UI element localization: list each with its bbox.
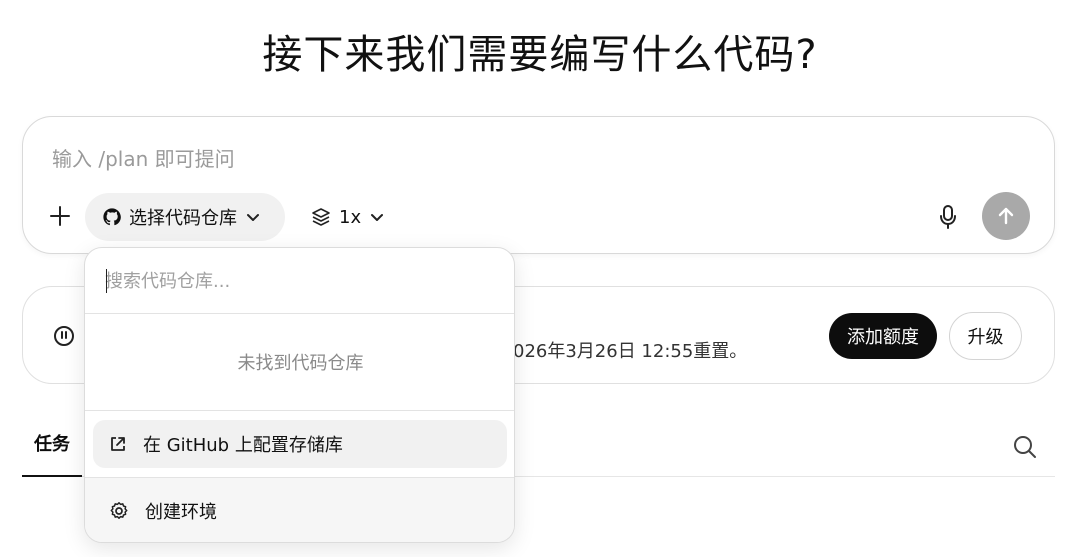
github-icon [103, 208, 121, 226]
configure-github-repo-item[interactable]: 在 GitHub 上配置存储库 [93, 420, 507, 468]
text-caret [106, 269, 107, 293]
tab-tasks[interactable]: 任务 [22, 420, 82, 477]
search-button[interactable] [1012, 434, 1038, 460]
empty-state-text: 未找到代码仓库 [85, 314, 514, 411]
arrow-up-icon [998, 207, 1014, 225]
create-environment-item[interactable]: 创建环境 [85, 478, 514, 542]
microphone-icon [940, 205, 956, 229]
upgrade-button[interactable]: 升级 [949, 312, 1022, 360]
tab-tasks-label: 任务 [34, 433, 70, 455]
send-button[interactable] [982, 192, 1030, 240]
quota-reset-text: 026年3月26日 12:55重置。 [513, 341, 748, 362]
plus-icon [50, 206, 70, 226]
chevron-down-icon [371, 214, 384, 221]
usage-meter-icon [54, 326, 74, 346]
repo-dropdown: 未找到代码仓库 在 GitHub 上配置存储库 创建环境 [84, 247, 515, 543]
page-title: 接下来我们需要编写什么代码? [262, 32, 818, 78]
voice-input-button[interactable] [935, 203, 961, 231]
create-environment-label: 创建环境 [145, 502, 217, 523]
layers-icon [312, 208, 330, 226]
select-repo-button[interactable]: 选择代码仓库 [85, 193, 285, 241]
repo-search-input[interactable] [105, 266, 485, 296]
repo-search-area [85, 248, 514, 314]
add-attachment-button[interactable] [47, 203, 73, 229]
parallel-count-button[interactable]: 1x [311, 201, 385, 233]
configure-github-repo-label: 在 GitHub 上配置存储库 [143, 435, 343, 456]
add-quota-button[interactable]: 添加额度 [829, 313, 937, 359]
count-label: 1x [339, 206, 362, 228]
prompt-input[interactable]: 输入 /plan 即可提问 [52, 143, 235, 172]
repo-button-label: 选择代码仓库 [129, 208, 237, 229]
gear-icon [110, 502, 128, 519]
external-link-icon [111, 437, 125, 451]
chevron-down-icon [247, 214, 259, 221]
search-icon [1014, 436, 1036, 458]
prompt-composer: 输入 /plan 即可提问 选择代码仓库 1x [22, 116, 1055, 254]
